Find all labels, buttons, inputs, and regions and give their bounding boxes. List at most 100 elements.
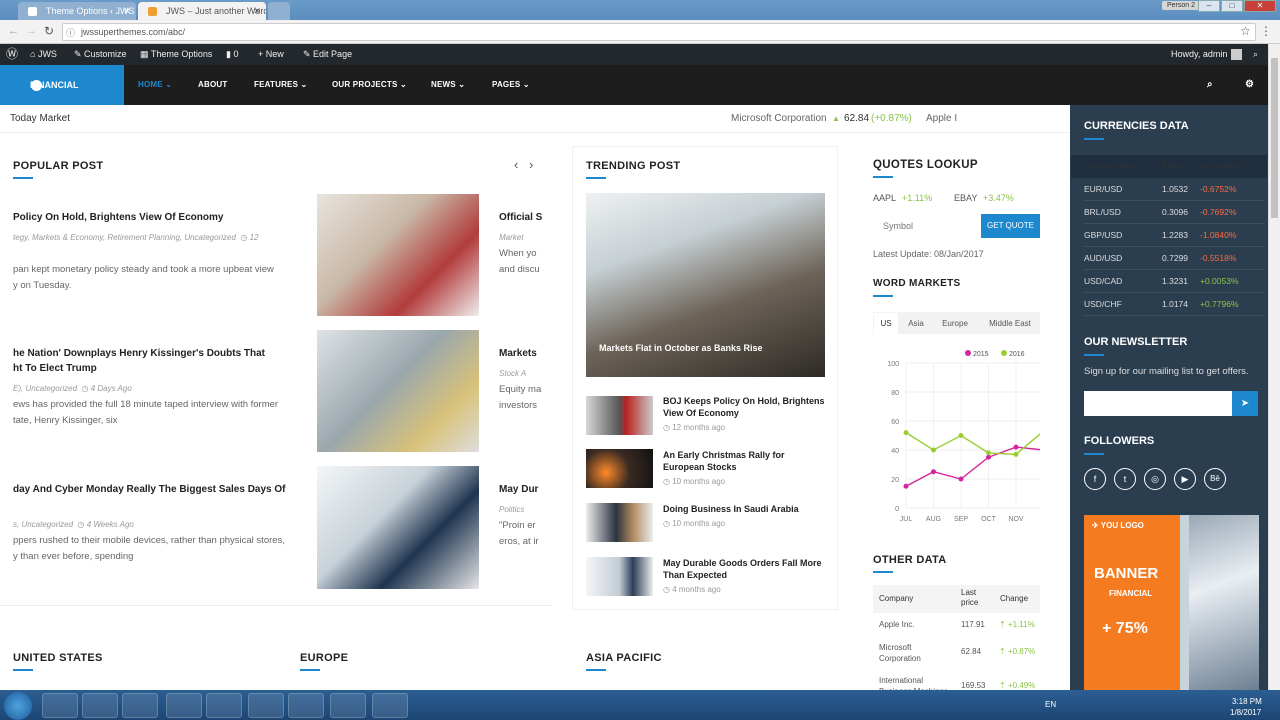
quote-symbol: EBAY: [954, 193, 978, 203]
ticker-next: Apple I: [926, 113, 958, 124]
forward-icon[interactable]: →: [26, 25, 37, 37]
trending-item-title[interactable]: An Early Christmas Rally for: [663, 449, 785, 461]
popular-post-title: POPULAR POST: [13, 160, 104, 179]
trending-thumb[interactable]: [586, 503, 653, 542]
newsletter-email-input[interactable]: [1084, 391, 1232, 416]
window-icon[interactable]: [122, 693, 158, 718]
nav-news[interactable]: NEWS ⌄: [431, 65, 465, 105]
post-title[interactable]: day And Cyber Monday Really The Biggest …: [13, 482, 286, 497]
tab-us[interactable]: US: [874, 313, 898, 334]
banner-word: BANNER: [1094, 565, 1159, 582]
nav-pages[interactable]: PAGES ⌄: [492, 65, 530, 105]
site-name-link[interactable]: ⌂ JWS: [30, 44, 57, 65]
currency-change: -0.7692%: [1200, 207, 1237, 217]
tab-europe[interactable]: Europe: [934, 313, 976, 334]
bookmark-star-icon[interactable]: ☆: [1240, 24, 1251, 38]
tab-middle-east[interactable]: Middle East: [980, 313, 1040, 334]
clock-time[interactable]: 3:18 PM: [1232, 697, 1262, 706]
banner-ad[interactable]: ✈ YOU LOGO BANNER FINANCIAL + 75%: [1084, 515, 1259, 690]
column-change: Change: [1000, 594, 1029, 603]
new-tab-button[interactable]: [268, 2, 290, 20]
column-last-price: Last price: [961, 588, 979, 607]
avatar[interactable]: [1231, 49, 1242, 60]
trending-hero-caption[interactable]: Markets Flat in October as Banks Rise: [599, 341, 763, 356]
new-link[interactable]: + New: [258, 44, 284, 65]
language-indicator[interactable]: EN: [1045, 700, 1056, 709]
trending-thumb[interactable]: [586, 449, 653, 488]
behance-icon[interactable]: Bē: [1204, 468, 1226, 490]
get-quote-button[interactable]: GET QUOTE: [981, 214, 1040, 238]
edit-page-link[interactable]: ✎ Edit Page: [303, 44, 352, 65]
currency-row: EUR/USD 1.0532 -0.6752%: [1084, 178, 1264, 201]
tab-asia[interactable]: Asia: [902, 313, 930, 334]
post-title[interactable]: he Nation' Downplays Henry Kissinger's D…: [13, 346, 265, 361]
banner-photo: [1189, 515, 1259, 690]
post-title[interactable]: Markets: [499, 346, 537, 361]
trending-item-title[interactable]: Than Expected: [663, 569, 727, 581]
prev-arrow-icon[interactable]: ‹: [514, 157, 518, 172]
url-bar[interactable]: jwssuperthemes.com/abc/: [62, 23, 1256, 41]
post-image[interactable]: [317, 466, 479, 589]
maximize-button[interactable]: □: [1221, 0, 1243, 12]
start-button[interactable]: [4, 692, 32, 720]
folder-icon[interactable]: [288, 693, 324, 718]
post-image[interactable]: [317, 194, 479, 316]
post-title[interactable]: Policy On Hold, Brightens View Of Econom…: [13, 210, 223, 225]
close-tab-icon[interactable]: ✕: [123, 2, 131, 20]
post-title[interactable]: May Dur: [499, 482, 538, 497]
settings-gear-icon[interactable]: ⚙: [1245, 65, 1254, 105]
close-tab-icon[interactable]: ✕: [253, 2, 261, 20]
trending-item-title[interactable]: European Stocks: [663, 461, 737, 473]
chrome-2-icon[interactable]: [248, 693, 284, 718]
dribbble-icon[interactable]: ◎: [1144, 468, 1166, 490]
tab-jws-active[interactable]: JWS – Just another Word ✕: [138, 2, 266, 20]
editor-icon[interactable]: [372, 693, 408, 718]
profile-badge[interactable]: Person 2: [1161, 1, 1200, 10]
tab-theme-options[interactable]: Theme Options ‹ JWS —✕: [18, 2, 136, 20]
skype-icon[interactable]: [206, 693, 242, 718]
trending-thumb[interactable]: [586, 557, 653, 596]
currency-row: USD/CAD 1.3231 +0.0053%: [1084, 270, 1264, 293]
facebook-icon[interactable]: f: [1084, 468, 1106, 490]
nav-about[interactable]: ABOUT: [198, 65, 227, 105]
minimize-button[interactable]: –: [1198, 0, 1220, 12]
search-icon[interactable]: ⌕: [1253, 44, 1258, 65]
nav-home[interactable]: HOME ⌄: [138, 65, 172, 105]
youtube-icon[interactable]: ▶: [1174, 468, 1196, 490]
clock-date[interactable]: 1/8/2017: [1230, 708, 1261, 717]
page-scrollbar[interactable]: [1268, 44, 1280, 690]
firefox-icon[interactable]: [82, 693, 118, 718]
nav-our-projects[interactable]: OUR PROJECTS ⌄: [332, 65, 407, 105]
post-title[interactable]: Official S: [499, 210, 542, 225]
post-image[interactable]: [317, 330, 479, 452]
reload-icon[interactable]: ↻: [44, 24, 54, 38]
howdy-admin[interactable]: Howdy, admin: [1171, 44, 1227, 65]
post-excerpt: y than ever before, spending: [13, 551, 134, 562]
nav-features[interactable]: FEATURES ⌄: [254, 65, 307, 105]
twitter-icon[interactable]: t: [1114, 468, 1136, 490]
post-title-line2[interactable]: ht To Elect Trump: [13, 361, 97, 376]
cell-change: ⇡ +0.87%: [999, 647, 1036, 656]
chrome-icon[interactable]: [166, 693, 202, 718]
menu-icon[interactable]: ⋮: [1260, 24, 1272, 38]
wordpress-icon[interactable]: Ⓦ: [6, 44, 18, 65]
sublime-icon[interactable]: [330, 693, 366, 718]
trending-item-title[interactable]: BOJ Keeps Policy On Hold, Brightens: [663, 395, 825, 407]
trending-item-title[interactable]: May Durable Goods Orders Fall More: [663, 557, 822, 569]
site-logo[interactable]: FINANCIAL: [0, 65, 124, 105]
trending-thumb[interactable]: [586, 396, 653, 435]
back-icon[interactable]: ←: [8, 25, 19, 37]
header-search-icon[interactable]: ⌕: [1207, 65, 1213, 105]
customize-link[interactable]: ✎ Customize: [74, 44, 127, 65]
trending-item-title[interactable]: Doing Business In Saudi Arabia: [663, 503, 799, 515]
y-tick-label: 80: [891, 390, 899, 397]
filezilla-icon[interactable]: [42, 693, 78, 718]
next-arrow-icon[interactable]: ›: [529, 157, 533, 172]
comments-link[interactable]: ▮ 0: [226, 44, 238, 65]
theme-options-link[interactable]: ▦ Theme Options: [140, 44, 212, 65]
trending-item-title[interactable]: View Of Economy: [663, 407, 739, 419]
close-window-button[interactable]: ✕: [1244, 0, 1276, 12]
send-icon[interactable]: ➤: [1232, 391, 1258, 416]
symbol-input[interactable]: [873, 214, 981, 238]
info-icon[interactable]: ⓘ: [66, 26, 75, 39]
